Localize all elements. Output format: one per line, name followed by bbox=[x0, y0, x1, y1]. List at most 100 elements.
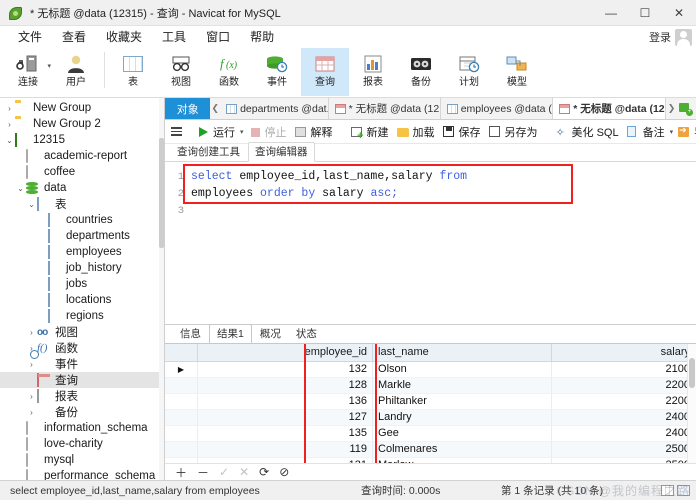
maximize-button[interactable]: ☐ bbox=[628, 0, 662, 26]
cell-employee_id[interactable]: 136 bbox=[197, 393, 374, 410]
tree-twisty-icon[interactable]: › bbox=[26, 408, 37, 417]
tree-twisty-icon[interactable]: ⌄ bbox=[26, 200, 37, 209]
toolbar-query[interactable]: 查询 bbox=[301, 48, 349, 96]
sidebar-item-new-group-2[interactable]: › New Group 2 bbox=[0, 116, 164, 132]
avatar[interactable] bbox=[675, 28, 692, 46]
menu-item-favorites[interactable]: 收藏夹 bbox=[96, 26, 152, 48]
cell-salary[interactable]: 2500 bbox=[551, 441, 696, 458]
table-row[interactable]: 136 Philtanker 2200 bbox=[165, 393, 696, 410]
grid-scrollbar[interactable] bbox=[687, 344, 696, 463]
sidebar-item--[interactable]: › f() 函数 bbox=[0, 340, 164, 356]
cell-last_name[interactable]: Philtanker bbox=[372, 393, 553, 410]
sidebar-item-love-charity[interactable]: love-charity bbox=[0, 436, 164, 452]
stop-button[interactable]: 停止 bbox=[246, 122, 290, 142]
delete-record-icon[interactable]: － bbox=[197, 464, 209, 481]
sidebar-item--[interactable]: › 报表 bbox=[0, 388, 164, 404]
cell-employee_id[interactable]: 127 bbox=[197, 409, 374, 426]
sub-tab-query-editor[interactable]: 查询编辑器 bbox=[248, 142, 315, 162]
toolbar-schedule[interactable]: 计划 bbox=[445, 48, 493, 96]
toolbar-model[interactable]: 模型 bbox=[493, 48, 541, 96]
row-marker[interactable] bbox=[165, 409, 198, 426]
tab-employees[interactable]: employees @data (... bbox=[441, 98, 554, 119]
sidebar-item-job_history[interactable]: job_history bbox=[0, 260, 164, 276]
column-header-salary[interactable]: salary bbox=[551, 344, 696, 362]
sidebar-item-departments[interactable]: departments bbox=[0, 228, 164, 244]
menu-item-file[interactable]: 文件 bbox=[8, 26, 52, 48]
cell-salary[interactable]: 2500 bbox=[551, 457, 696, 463]
new-query-button[interactable]: 新建 bbox=[348, 122, 392, 142]
toolbar-connection[interactable]: 连接 ▾ bbox=[4, 48, 52, 96]
table-row[interactable]: 135 Gee 2400 bbox=[165, 425, 696, 442]
grid-scrollbar-thumb[interactable] bbox=[689, 358, 695, 388]
sidebar-item-performance_schema[interactable]: performance_schema bbox=[0, 468, 164, 480]
login-area[interactable]: 登录 bbox=[649, 26, 692, 48]
note-button[interactable]: 备注 bbox=[624, 122, 668, 142]
table-row[interactable]: 127 Landry 2400 bbox=[165, 409, 696, 426]
tab-untitled-query-1[interactable]: * 无标题 @data (12... bbox=[329, 98, 441, 119]
menu-item-help[interactable]: 帮助 bbox=[240, 26, 284, 48]
sidebar-item--[interactable]: › 事件 bbox=[0, 356, 164, 372]
result-tab-result1[interactable]: 结果1 bbox=[209, 324, 252, 344]
sidebar-item-academic-report[interactable]: academic-report bbox=[0, 148, 164, 164]
tab-scroll-next[interactable]: ❯ bbox=[666, 103, 677, 114]
form-view-icon[interactable] bbox=[677, 485, 690, 496]
toolbar-user[interactable]: 用户 bbox=[52, 48, 100, 96]
cell-last_name[interactable]: Marlow bbox=[372, 457, 553, 463]
tab-objects[interactable]: 对象 bbox=[165, 98, 211, 119]
sidebar-item-12315[interactable]: ⌄ 12315 bbox=[0, 132, 164, 148]
menu-item-view[interactable]: 查看 bbox=[52, 26, 96, 48]
table-row[interactable]: ▶ 132 Olson 2100 bbox=[165, 361, 696, 378]
table-row[interactable]: 131Marlow2500 bbox=[165, 457, 696, 463]
result-tab-info[interactable]: 信息 bbox=[173, 325, 208, 343]
toolbar-report[interactable]: 报表 bbox=[349, 48, 397, 96]
result-tab-profile[interactable]: 概况 bbox=[253, 325, 288, 343]
add-record-icon[interactable]: ＋ bbox=[175, 464, 187, 481]
toolbar-function[interactable]: f (x) 函数 bbox=[205, 48, 253, 96]
tab-scroll-prev[interactable]: ❮ bbox=[210, 98, 220, 119]
result-grid-wrapper[interactable]: employee_id last_name salary ▶ 132 Olson 2100… bbox=[165, 343, 696, 463]
sidebar-scrollbar-thumb[interactable] bbox=[159, 138, 164, 248]
sidebar-item-new-group[interactable]: › New Group bbox=[0, 100, 164, 116]
sub-tab-query-builder[interactable]: 查询创建工具 bbox=[171, 143, 246, 161]
cell-employee_id[interactable]: 128 bbox=[197, 377, 374, 394]
sidebar-item--[interactable]: › oo 视图 bbox=[0, 324, 164, 340]
toolbar-event[interactable]: 事件 bbox=[253, 48, 301, 96]
run-dropdown-icon[interactable]: ▾ bbox=[240, 128, 244, 136]
result-grid[interactable]: employee_id last_name salary ▶ 132 Olson 2100… bbox=[165, 344, 696, 463]
menu-item-tools[interactable]: 工具 bbox=[152, 26, 196, 48]
cell-last_name[interactable]: Olson bbox=[372, 361, 553, 378]
toolbar-view[interactable]: 视图 bbox=[157, 48, 205, 96]
cell-employee_id[interactable]: 132 bbox=[197, 361, 374, 378]
tree-twisty-icon[interactable]: › bbox=[4, 120, 15, 129]
tab-departments[interactable]: departments @dat... bbox=[220, 98, 329, 119]
login-label[interactable]: 登录 bbox=[649, 29, 671, 45]
stop-loading-icon[interactable]: ⊘ bbox=[279, 465, 289, 479]
sidebar-item-jobs[interactable]: jobs bbox=[0, 276, 164, 292]
editor-line[interactable]: 1 select employee_id,last_name,salary fro… bbox=[165, 168, 696, 185]
sidebar-item-information_schema[interactable]: information_schema bbox=[0, 420, 164, 436]
save-as-button[interactable]: 另存为 bbox=[486, 122, 541, 142]
result-tab-status[interactable]: 状态 bbox=[289, 325, 324, 343]
row-marker[interactable] bbox=[165, 377, 198, 394]
table-row[interactable]: 128 Markle 2200 bbox=[165, 377, 696, 394]
column-header-employee_id[interactable]: employee_id bbox=[197, 344, 374, 362]
run-button[interactable]: 运行 bbox=[194, 122, 238, 142]
row-marker[interactable] bbox=[165, 393, 198, 410]
note-dropdown-icon[interactable]: ▾ bbox=[670, 128, 674, 136]
sidebar-item--[interactable]: › 备份 bbox=[0, 404, 164, 420]
cell-employee_id[interactable]: 135 bbox=[197, 425, 374, 442]
editor-line-content[interactable]: select employee_id,last_name,salary from bbox=[191, 170, 467, 183]
row-marker[interactable] bbox=[165, 457, 198, 463]
sidebar-item-locations[interactable]: locations bbox=[0, 292, 164, 308]
toolbar-backup[interactable]: 备份 bbox=[397, 48, 445, 96]
explain-button[interactable]: 解释 bbox=[292, 122, 336, 142]
cell-salary[interactable]: 2100 bbox=[551, 361, 696, 378]
beautify-sql-button[interactable]: ✧ 美化 SQL bbox=[553, 122, 622, 142]
sidebar-item-employees[interactable]: employees bbox=[0, 244, 164, 260]
refresh-icon[interactable]: ⟳ bbox=[259, 465, 269, 479]
row-marker[interactable] bbox=[165, 425, 198, 442]
cell-salary[interactable]: 2400 bbox=[551, 425, 696, 442]
sidebar-item-regions[interactable]: regions bbox=[0, 308, 164, 324]
cell-salary[interactable]: 2200 bbox=[551, 377, 696, 394]
tab-untitled-query-2[interactable]: * 无标题 @data (12... bbox=[553, 98, 667, 119]
